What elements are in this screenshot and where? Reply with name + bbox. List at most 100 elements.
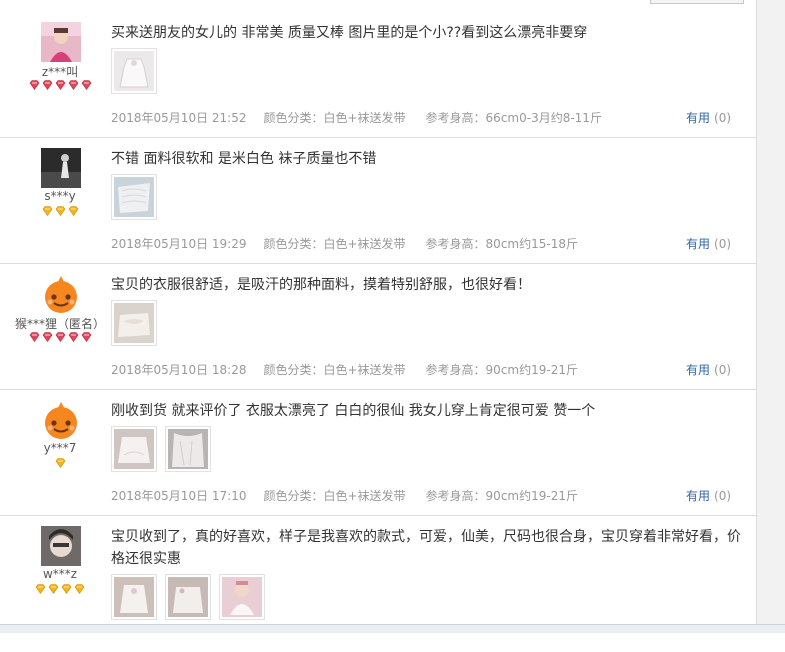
review-photo[interactable] bbox=[219, 574, 265, 620]
review-photo[interactable] bbox=[111, 174, 157, 220]
reference-height: 参考身高：66cm0-3月约8-11斤 bbox=[425, 111, 602, 125]
review-item: s***y 不错 面料很软和 是米白色 袜子质量也不错 2018年05月10日 … bbox=[0, 148, 756, 274]
yellow-diamond-icon bbox=[55, 458, 66, 468]
review-meta: 2018年05月10日 18:28 颜色分类：白色+袜送发带 参考身高：90cm约1… bbox=[111, 361, 598, 378]
useful-label[interactable]: 有用 bbox=[686, 237, 710, 251]
user-name[interactable]: s***y bbox=[0, 189, 120, 203]
color-class: 颜色分类：白色+袜送发带 bbox=[263, 363, 406, 377]
yellow-diamond-icon bbox=[55, 206, 66, 216]
color-class: 颜色分类：白色+袜送发带 bbox=[263, 237, 406, 251]
review-photos bbox=[111, 300, 165, 346]
useful-button[interactable]: 有用 (0) bbox=[686, 487, 731, 504]
review-divider bbox=[0, 263, 756, 264]
review-text: 不错 面料很软和 是米白色 袜子质量也不错 bbox=[111, 151, 377, 167]
red-diamond-icon bbox=[42, 80, 53, 90]
yellow-diamond-icon bbox=[35, 584, 46, 594]
color-class: 颜色分类：白色+袜送发带 bbox=[263, 489, 406, 503]
user-rank bbox=[0, 206, 120, 218]
useful-count: (0) bbox=[714, 111, 732, 125]
review-photo[interactable] bbox=[111, 300, 157, 346]
yellow-diamond-icon bbox=[42, 206, 53, 216]
review-photo[interactable] bbox=[111, 574, 157, 620]
user-name[interactable]: w***z bbox=[0, 567, 120, 581]
review-divider bbox=[0, 389, 756, 390]
review-photo-baby-wearing-icon bbox=[222, 577, 262, 617]
review-photo-white-dress-icon bbox=[114, 51, 154, 91]
review-photos bbox=[111, 48, 165, 94]
red-diamond-icon bbox=[29, 332, 40, 342]
color-class: 颜色分类：白色+袜送发带 bbox=[263, 111, 406, 125]
default-avatar-orange-icon bbox=[41, 400, 81, 440]
user-name[interactable]: z***叫 bbox=[0, 63, 120, 80]
review-date: 2018年05月10日 19:29 bbox=[111, 237, 247, 251]
red-diamond-icon bbox=[81, 332, 92, 342]
review-photo[interactable] bbox=[165, 426, 211, 472]
useful-label[interactable]: 有用 bbox=[686, 489, 710, 503]
photo-avatar-face-icon bbox=[41, 526, 81, 566]
review-photos bbox=[111, 574, 273, 620]
user-avatar[interactable] bbox=[41, 22, 81, 62]
default-avatar-orange-icon bbox=[41, 274, 81, 314]
review-photo[interactable] bbox=[111, 426, 157, 472]
review-list-page: z***叫 买来送朋友的女儿的 非常美 质量又棒 图片里的是个小??看到这么漂亮… bbox=[0, 0, 785, 633]
review-photos bbox=[111, 174, 165, 220]
useful-label[interactable]: 有用 bbox=[686, 363, 710, 377]
reference-height: 参考身高：80cm约15-18斤 bbox=[425, 237, 578, 251]
user-avatar[interactable] bbox=[41, 400, 81, 440]
vertical-scrollbar[interactable] bbox=[756, 0, 785, 632]
user-rank bbox=[0, 458, 120, 470]
user-rank bbox=[0, 80, 120, 92]
review-photo-dress-fabric-icon bbox=[168, 429, 208, 469]
review-item: z***叫 买来送朋友的女儿的 非常美 质量又棒 图片里的是个小??看到这么漂亮… bbox=[0, 22, 756, 148]
red-diamond-icon bbox=[81, 80, 92, 90]
user-rank bbox=[0, 584, 120, 596]
review-photo[interactable] bbox=[165, 574, 211, 620]
review-photo-dress-closeup-icon bbox=[114, 429, 154, 469]
review-photos bbox=[111, 426, 219, 472]
review-text: 刚收到货 就来评价了 衣服太漂亮了 白白的很仙 我女儿穿上肯定很可爱 赞一个 bbox=[111, 403, 596, 419]
review-meta: 2018年05月10日 21:52 颜色分类：白色+袜送发带 参考身高：66cm0-… bbox=[111, 109, 622, 126]
useful-button[interactable]: 有用 (0) bbox=[686, 235, 731, 252]
yellow-diamond-icon bbox=[61, 584, 72, 594]
useful-label[interactable]: 有用 bbox=[686, 111, 710, 125]
red-diamond-icon bbox=[42, 332, 53, 342]
review-date: 2018年05月10日 17:10 bbox=[111, 489, 247, 503]
review-text: 宝贝的衣服很舒适，是吸汗的那种面料，摸着特别舒服，也很好看！ bbox=[111, 277, 531, 293]
red-diamond-icon bbox=[68, 332, 79, 342]
review-photo[interactable] bbox=[111, 48, 157, 94]
reference-height: 参考身高：90cm约19-21斤 bbox=[425, 363, 578, 377]
top-control-box[interactable] bbox=[650, 0, 744, 4]
photo-avatar-pink-icon bbox=[41, 22, 81, 62]
review-meta: 2018年05月10日 17:10 颜色分类：白色+袜送发带 参考身高：90cm约1… bbox=[111, 487, 598, 504]
user-avatar[interactable] bbox=[41, 526, 81, 566]
yellow-diamond-icon bbox=[48, 584, 59, 594]
useful-button[interactable]: 有用 (0) bbox=[686, 361, 731, 378]
yellow-diamond-icon bbox=[68, 206, 79, 216]
user-rank bbox=[0, 332, 120, 344]
review-item: 猴***狸（匿名） 宝贝的衣服很舒适，是吸汗的那种面料，摸着特别舒服，也很好看！… bbox=[0, 274, 756, 400]
reference-height: 参考身高：90cm约19-21斤 bbox=[425, 489, 578, 503]
useful-count: (0) bbox=[714, 363, 732, 377]
review-divider bbox=[0, 137, 756, 138]
review-photo-lace-fabric-icon bbox=[114, 177, 154, 217]
red-diamond-icon bbox=[55, 332, 66, 342]
photo-avatar-dark-icon bbox=[41, 148, 81, 188]
red-diamond-icon bbox=[55, 80, 66, 90]
review-photo-dress-set-icon bbox=[114, 577, 154, 617]
review-item: y***7 刚收到货 就来评价了 衣服太漂亮了 白白的很仙 我女儿穿上肯定很可爱… bbox=[0, 400, 756, 526]
review-text: 宝贝收到了，真的好喜欢，样子是我喜欢的款式，可爱，仙美，尺码也很合身，宝贝穿着非… bbox=[111, 529, 741, 567]
review-photo-dress-set-2-icon bbox=[168, 577, 208, 617]
review-item: w***z 宝贝收到了，真的好喜欢，样子是我喜欢的款式，可爱，仙美，尺码也很合身… bbox=[0, 526, 756, 652]
user-avatar[interactable] bbox=[41, 274, 81, 314]
review-meta: 2018年05月10日 19:29 颜色分类：白色+袜送发带 参考身高：80cm约1… bbox=[111, 235, 598, 252]
review-text: 买来送朋友的女儿的 非常美 质量又棒 图片里的是个小??看到这么漂亮非要穿 bbox=[111, 25, 588, 41]
user-avatar[interactable] bbox=[41, 148, 81, 188]
useful-count: (0) bbox=[714, 489, 732, 503]
user-name[interactable]: y***7 bbox=[0, 441, 120, 455]
user-name[interactable]: 猴***狸（匿名） bbox=[0, 315, 120, 332]
yellow-diamond-icon bbox=[74, 584, 85, 594]
red-diamond-icon bbox=[29, 80, 40, 90]
useful-button[interactable]: 有用 (0) bbox=[686, 109, 731, 126]
review-date: 2018年05月10日 21:52 bbox=[111, 111, 247, 125]
review-divider bbox=[0, 515, 756, 516]
